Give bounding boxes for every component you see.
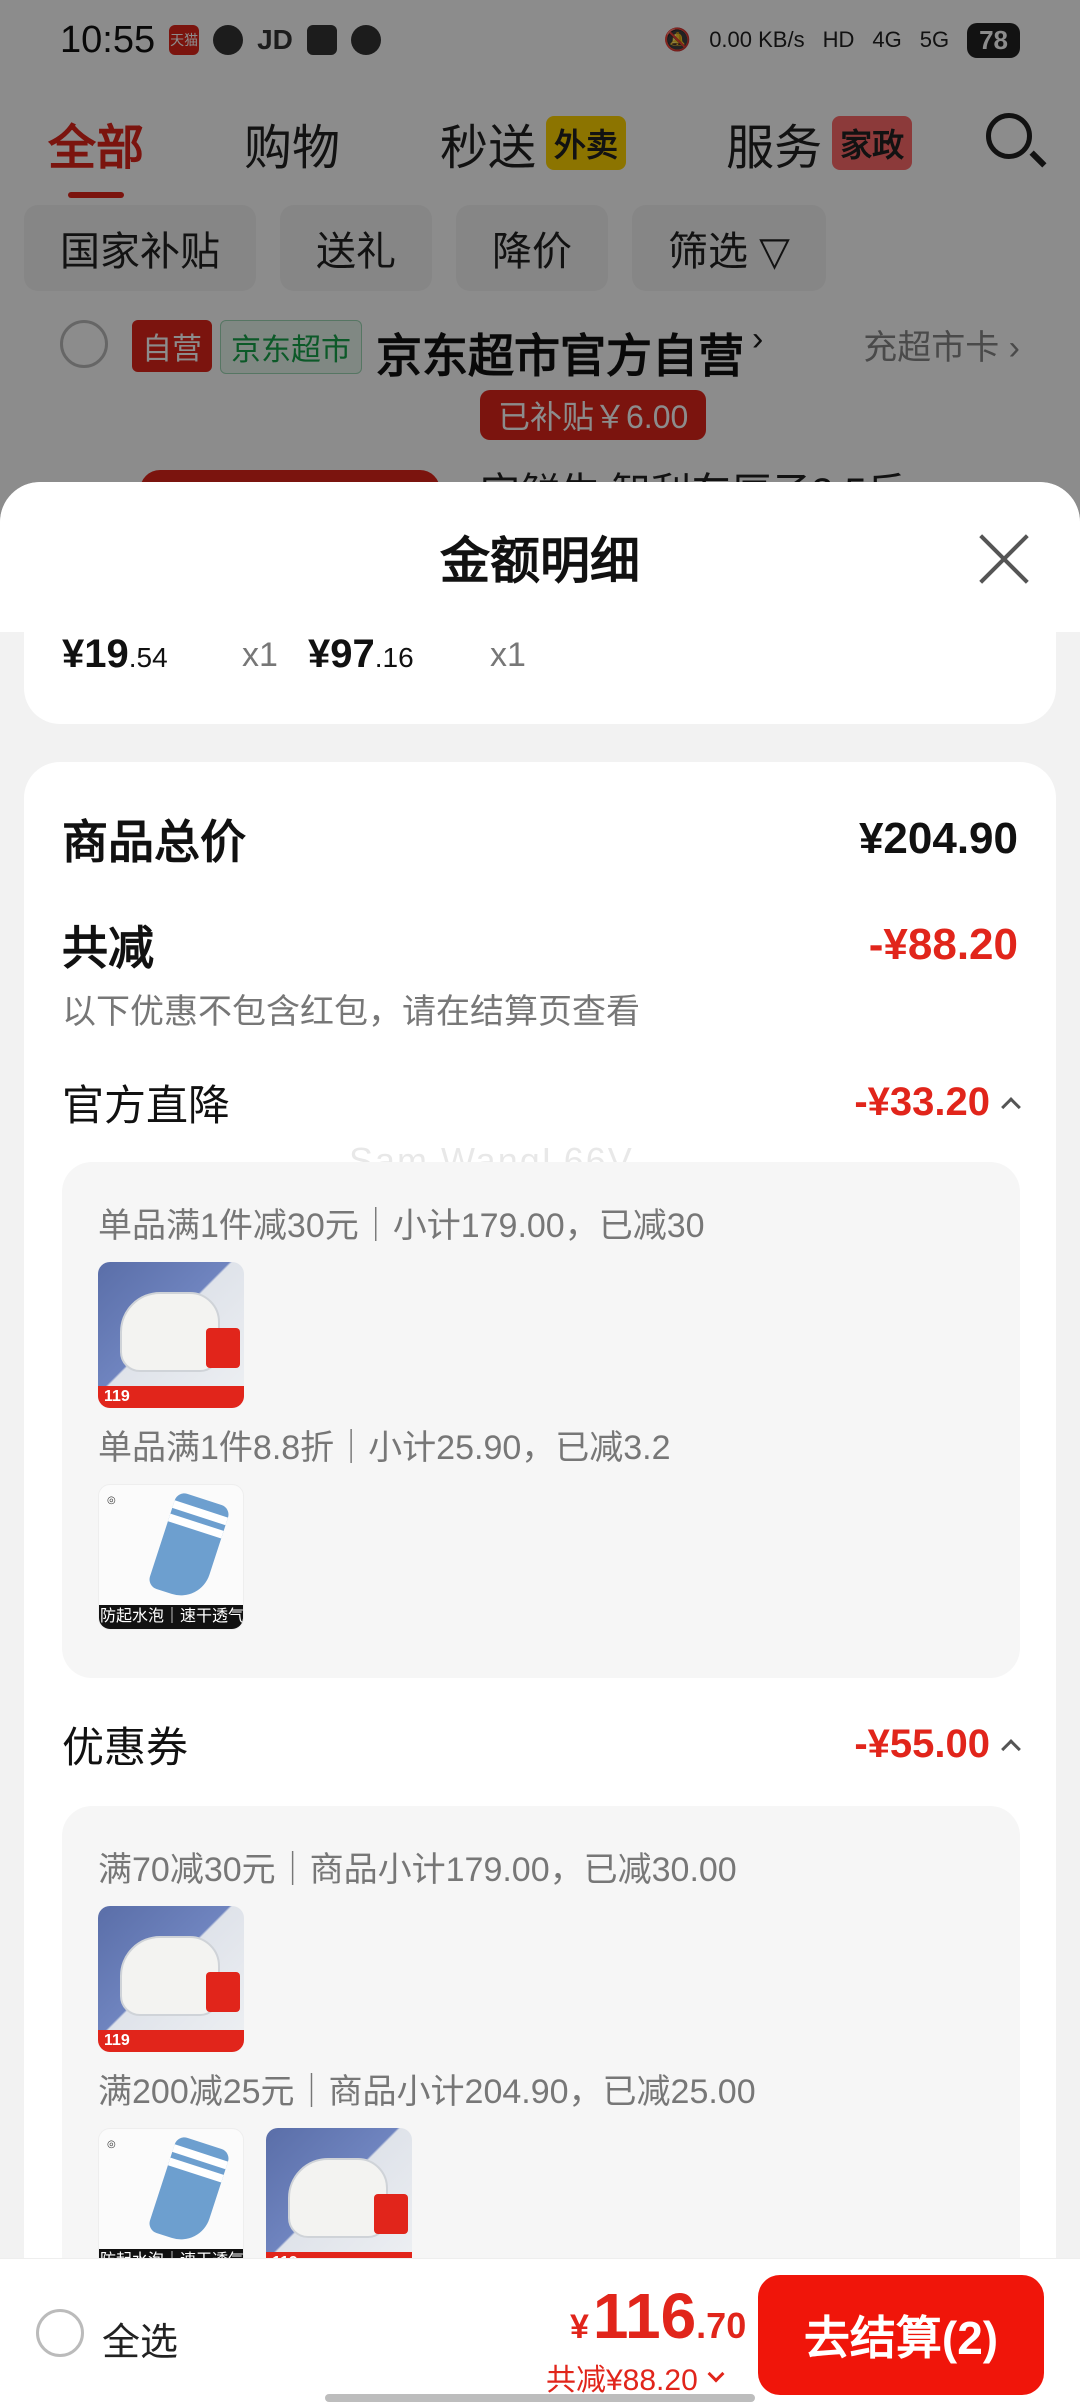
official-label: 官方直降 [62, 1082, 231, 1129]
item-price: ¥19.54 [62, 632, 168, 677]
official-value: -¥33.20 [854, 1080, 990, 1124]
promo-badge [206, 1328, 240, 1368]
price-yen: ¥ [570, 2308, 589, 2346]
shoe-image [288, 2158, 388, 2238]
price-int: 116 [592, 2280, 697, 2352]
shoe-price-strip: 119 [98, 2030, 244, 2052]
chevron-up-icon [1001, 1738, 1021, 1759]
checkout-bar: 全选 ¥ 116 .70 共减¥88.20 去结算(2) [0, 2258, 1080, 2408]
official-row[interactable]: 官方直降 -¥33.20 [62, 1072, 1021, 1133]
item-price-int: ¥97 [308, 632, 375, 676]
amount-detail-sheet: ¥19.54 x1 ¥97.16 x1 金额明细 商品总价 ¥204.90 共减… [0, 482, 1080, 2408]
coupon-label: 优惠券 [62, 1724, 189, 1771]
chevron-down-icon [707, 2365, 725, 2383]
sock-thumbnail[interactable]: ◎ 防起水泡｜速干透气 [98, 1484, 244, 1630]
official-value-wrap: -¥33.20 [854, 1080, 1021, 1125]
coupon-value-wrap: -¥55.00 [854, 1722, 1021, 1767]
shoe-price-strip: 119 [98, 1386, 244, 1408]
sock-caption-strip: 防起水泡｜速干透气 [99, 1605, 243, 1629]
sock-image [146, 2134, 232, 2248]
select-all-checkbox[interactable] [36, 2309, 84, 2357]
item-price: ¥97.16 [308, 632, 414, 677]
item-qty: x1 [490, 636, 526, 674]
discount-summary-text: 共减¥88.20 [546, 2364, 698, 2397]
discount-summary[interactable]: 共减¥88.20 [546, 2355, 725, 2399]
coupon-row[interactable]: 优惠券 -¥55.00 [62, 1714, 1021, 1775]
sock-image [146, 1490, 232, 1604]
discount-value: -¥88.20 [868, 920, 1018, 969]
official-rule-text: 单品满1件8.8折｜小计25.90，已减3.2 [98, 1429, 671, 1467]
discount-label: 共减 [62, 922, 154, 974]
shoe-image [120, 1936, 220, 2016]
close-icon[interactable] [976, 532, 1030, 586]
item-prices-card: ¥19.54 x1 ¥97.16 x1 [24, 632, 1056, 724]
total-label: 商品总价 [62, 816, 246, 868]
brand-logo: ◎ [107, 2139, 116, 2150]
item-price-dec: .16 [374, 642, 414, 673]
sheet-header: 金额明细 [0, 482, 1080, 632]
coupon-rule-text: 满200减25元｜商品小计204.90，已减25.00 [98, 2073, 756, 2111]
item-price-dec: .54 [128, 642, 168, 673]
chevron-up-icon [1001, 1096, 1021, 1117]
total-value: ¥204.90 [858, 814, 1018, 863]
official-rule-text: 单品满1件减30元｜小计179.00，已减30 [98, 1207, 705, 1245]
item-qty: x1 [242, 636, 278, 674]
checkout-button[interactable]: 去结算(2) [758, 2275, 1044, 2395]
select-all-label[interactable]: 全选 [102, 2311, 178, 2366]
price-dec: .70 [696, 2305, 747, 2346]
sheet-title: 金额明细 [440, 533, 640, 589]
shoe-image [120, 1292, 220, 1372]
coupon-value: -¥55.00 [854, 1722, 990, 1766]
promo-badge [206, 1972, 240, 2012]
detail-card: 商品总价 ¥204.90 共减 -¥88.20 以下优惠不包含红包，请在结算页查… [24, 762, 1056, 2408]
promo-badge [374, 2194, 408, 2234]
shoe-thumbnail[interactable]: 119 [98, 1906, 244, 2052]
home-indicator[interactable] [325, 2394, 755, 2402]
discount-row: 共减 -¥88.20 [62, 912, 1018, 978]
total-price: ¥ 116 .70 [570, 2279, 746, 2353]
total-row: 商品总价 ¥204.90 [62, 806, 1018, 872]
discount-note: 以下优惠不包含红包，请在结算页查看 [62, 993, 640, 1031]
brand-logo: ◎ [107, 1495, 116, 1506]
coupon-rule-text: 满70减30元｜商品小计179.00，已减30.00 [98, 1851, 737, 1889]
sock-thumbnail[interactable]: ◎ 防起水泡｜速干透气 [98, 2128, 244, 2274]
shoe-thumbnail[interactable]: 119 [98, 1262, 244, 1408]
item-price-int: ¥19 [62, 632, 129, 676]
shoe-thumbnail[interactable]: 119 [266, 2128, 412, 2274]
official-detail-box: 单品满1件减30元｜小计179.00，已减30 119 单品满1件8.8折｜小计… [62, 1162, 1020, 1678]
